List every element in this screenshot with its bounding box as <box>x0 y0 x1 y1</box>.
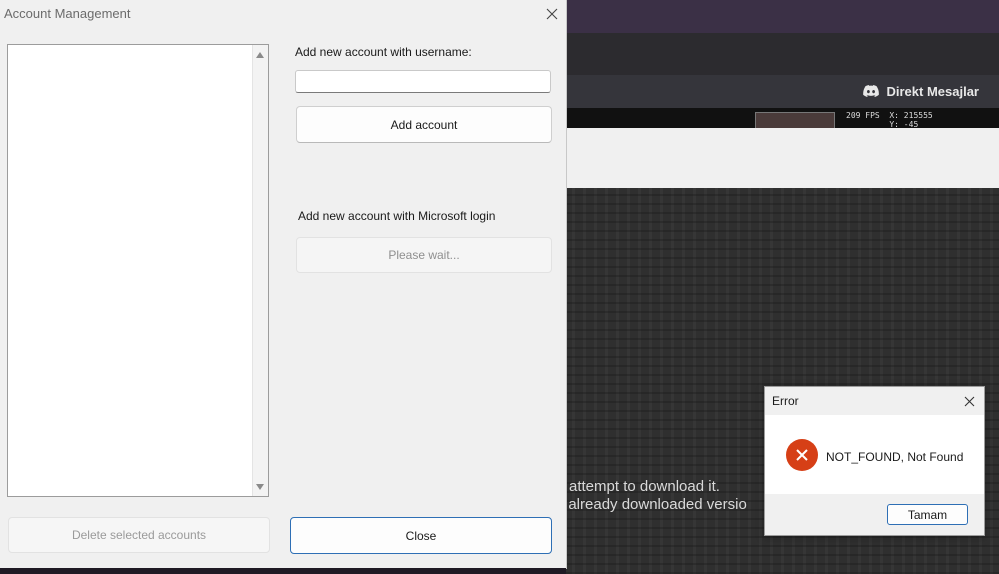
microsoft-login-button[interactable]: Please wait... <box>296 237 552 273</box>
close-button[interactable]: Close <box>290 517 552 554</box>
ok-button[interactable]: Tamam <box>887 504 968 525</box>
account-management-dialog: Account Management Add new account with … <box>0 0 567 569</box>
close-icon[interactable] <box>541 4 563 24</box>
error-message: NOT_FOUND, Not Found <box>826 450 964 464</box>
error-dialog: Error NOT_FOUND, Not Found Tamam <box>764 386 985 536</box>
fps-value: 209 FPS <box>846 111 880 120</box>
error-icon <box>786 439 818 471</box>
dialog-title: Account Management <box>4 6 131 21</box>
delete-selected-accounts-button[interactable]: Delete selected accounts <box>8 517 270 553</box>
close-icon[interactable] <box>960 392 978 410</box>
direct-messages-link[interactable]: Direkt Mesajlar <box>862 82 980 100</box>
error-dialog-title: Error <box>772 394 799 408</box>
scroll-up-arrow-icon[interactable] <box>256 52 264 58</box>
error-dialog-titlebar: Error <box>765 387 984 415</box>
username-input[interactable] <box>295 70 551 93</box>
add-account-button[interactable]: Add account <box>296 106 552 143</box>
accounts-list-scrollbar[interactable] <box>252 45 268 496</box>
launcher-status-text: attempt to download it. t already downloa… <box>560 478 747 514</box>
launcher-status-line-1: attempt to download it. <box>569 478 720 495</box>
accounts-list[interactable] <box>7 44 269 497</box>
fps-counter: 209 FPS X: 215555 Y: -45 <box>846 111 933 129</box>
microsoft-login-label: Add new account with Microsoft login <box>298 209 496 223</box>
error-dialog-footer: Tamam <box>765 494 984 535</box>
username-label: Add new account with username: <box>295 45 472 59</box>
launcher-status-line-2: t already downloaded versio <box>560 496 747 513</box>
scroll-down-arrow-icon[interactable] <box>256 484 264 490</box>
taskbar-edge <box>0 568 566 574</box>
coords-readout: X: 215555 Y: -45 <box>889 111 933 129</box>
discord-icon <box>862 85 879 97</box>
direct-messages-label: Direkt Mesajlar <box>886 83 980 99</box>
